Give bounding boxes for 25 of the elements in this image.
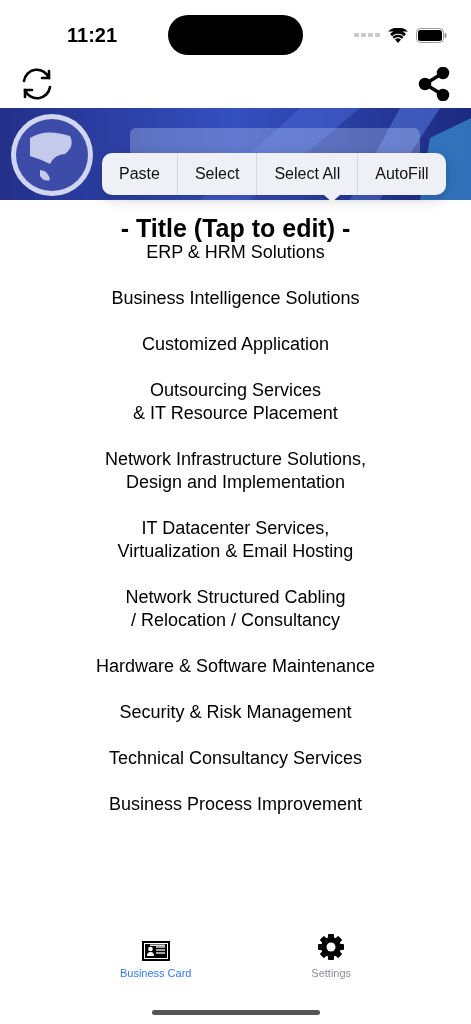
battery-icon: [416, 27, 447, 43]
id-card-icon: [141, 941, 170, 961]
service-text: Business Intelligence Solutions: [110, 287, 361, 310]
service-text: Business Process Improvement: [107, 793, 364, 816]
menu-item[interactable]: Select: [176, 153, 257, 195]
refresh-icon[interactable]: [20, 67, 54, 101]
menu-item[interactable]: AutoFill: [357, 153, 446, 195]
service-text: Network Structured Cabling / Relocation / Consultancy: [124, 586, 347, 632]
service-text: Technical Consultancy Services: [107, 747, 364, 770]
service-text: ERP & HRM Solutions: [145, 242, 326, 264]
share-icon[interactable]: [417, 67, 451, 101]
menu-item[interactable]: Select All: [256, 153, 358, 195]
wifi-icon: [388, 27, 408, 43]
clock-time: 11:21: [67, 23, 118, 47]
signal-icon: [354, 33, 380, 37]
service-text: Customized Application: [140, 333, 331, 356]
settings-icon: [317, 933, 346, 961]
service-text: Hardware & Software Maintenance: [95, 655, 376, 678]
tab[interactable]: Business Card: [113, 920, 198, 980]
service-text: Security & Risk Management: [118, 701, 353, 724]
menu-item[interactable]: Paste: [102, 153, 177, 195]
service-text: IT Datacenter Services, Virtualization & Email Hosting: [116, 517, 355, 563]
service-text: Network Infrastructure Solutions, Design and Implementation: [103, 448, 368, 494]
service-text: Outsourcing Services & IT Resource Placement: [132, 379, 339, 425]
title-text[interactable]: - Title (Tap to edit) -: [120, 214, 351, 242]
